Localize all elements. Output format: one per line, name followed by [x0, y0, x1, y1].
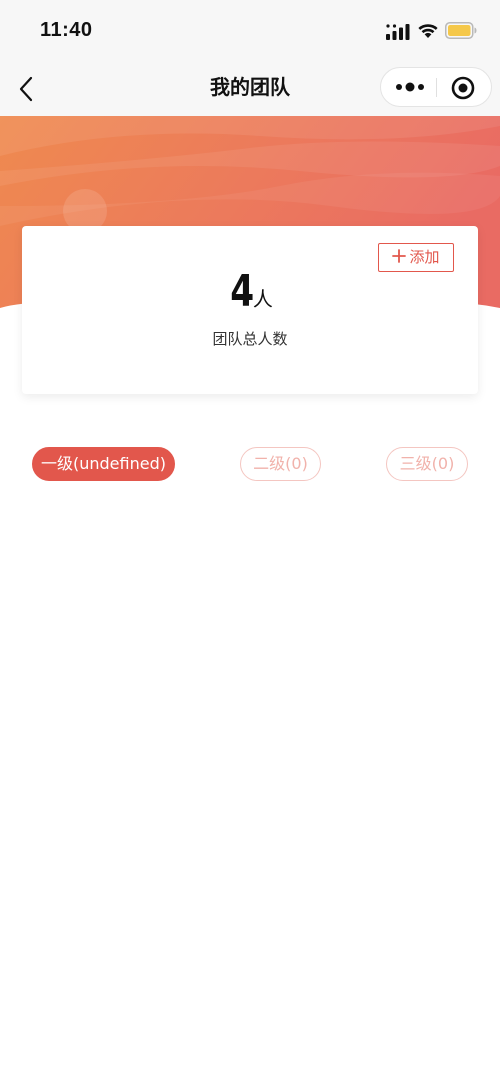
add-button-label: 添加: [409, 248, 440, 266]
status-bar: 11:40: [0, 0, 500, 62]
back-icon[interactable]: [16, 75, 38, 103]
team-count-unit: 人: [252, 287, 273, 311]
tab-level-2[interactable]: 二级(0): [240, 447, 321, 481]
team-count-number: 4: [230, 266, 254, 317]
team-page: 11:40 我的团队 添加 4人 团队总人数 一级(undefined) 二级(…: [0, 0, 500, 1082]
close-mini-program-icon[interactable]: [449, 74, 477, 102]
nav-bar: 我的团队: [0, 62, 500, 116]
battery-icon: [445, 22, 477, 39]
signal-icon: [386, 24, 410, 40]
capsule-divider: [436, 78, 437, 97]
team-count: 4人: [22, 266, 478, 317]
plus-icon: [392, 249, 407, 263]
more-icon[interactable]: [391, 74, 429, 100]
wifi-icon: [418, 24, 438, 38]
team-count-label: 团队总人数: [212, 330, 288, 348]
tab-level-1[interactable]: 一级(undefined): [32, 447, 175, 481]
team-summary-card: 添加 4人 团队总人数: [22, 226, 478, 394]
tab-level-3[interactable]: 三级(0): [386, 447, 468, 481]
capsule-menu: [380, 67, 492, 107]
status-time: 11:40: [40, 19, 93, 41]
